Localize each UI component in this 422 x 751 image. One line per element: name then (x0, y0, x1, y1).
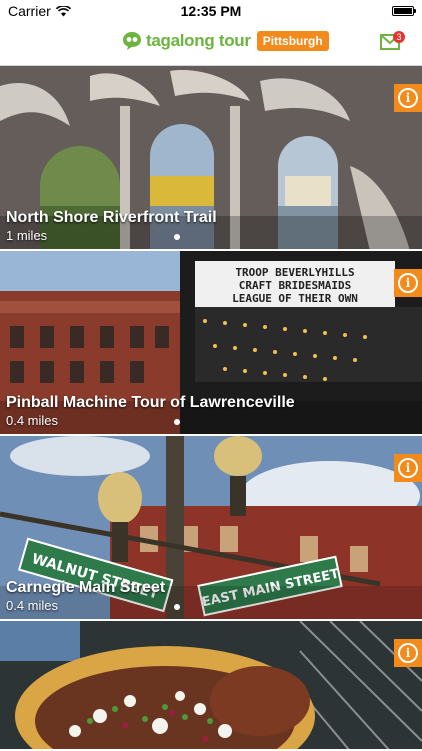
mail-count-badge: 3 (393, 31, 405, 43)
tour-title: Carnegie Main Street (6, 579, 166, 596)
logo-text: tagalong tour (146, 31, 251, 50)
info-button[interactable]: i (394, 639, 422, 667)
info-icon: i (398, 273, 418, 293)
tour-card-carnegie[interactable]: WALNUT STREET EAST MAIN STREET i Carnegi… (0, 436, 422, 621)
tour-card-tacos[interactable]: i (0, 621, 422, 751)
info-icon: i (398, 643, 418, 663)
tour-title: Pinball Machine Tour of Lawrenceville (6, 394, 295, 411)
marquee-line-3: LEAGUE OF THEIR OWN (232, 292, 358, 305)
tour-card-pinball[interactable]: TROOP BEVERLYHILLS CRAFT BRIDESMAIDS LEA… (0, 251, 422, 436)
info-button[interactable]: i (394, 84, 422, 112)
info-button[interactable]: i (394, 269, 422, 297)
tour-distance: 0.4 miles (6, 413, 59, 428)
tour-distance: 0.4 miles (6, 598, 59, 613)
tour-list: i North Shore Riverfront Trail 1 miles T… (0, 66, 422, 751)
page-indicator-dot (174, 234, 180, 240)
tour-distance: 1 miles (6, 228, 48, 243)
app-logo: tagalong tour Pittsburgh (122, 31, 329, 51)
info-button[interactable]: i (394, 454, 422, 482)
page-indicator-dot (174, 419, 180, 425)
tour-card-north-shore[interactable]: i North Shore Riverfront Trail 1 miles (0, 66, 422, 251)
page-indicator-dot (174, 604, 180, 610)
marquee-line-2: CRAFT BRIDESMAIDS (239, 279, 352, 292)
info-icon: i (398, 458, 418, 478)
status-bar: Carrier 12:35 PM (0, 0, 422, 22)
info-icon: i (398, 88, 418, 108)
clock: 12:35 PM (180, 3, 242, 19)
city-badge[interactable]: Pittsburgh (256, 31, 329, 51)
tour-title: North Shore Riverfront Trail (6, 209, 217, 226)
battery-icon (392, 6, 416, 16)
nav-bar: tagalong tour Pittsburgh 3 (0, 22, 422, 66)
marquee-line-1: TROOP BEVERLYHILLS (235, 266, 354, 279)
logo-bubble-icon (123, 32, 141, 50)
tour-photo-tacos (0, 621, 422, 749)
